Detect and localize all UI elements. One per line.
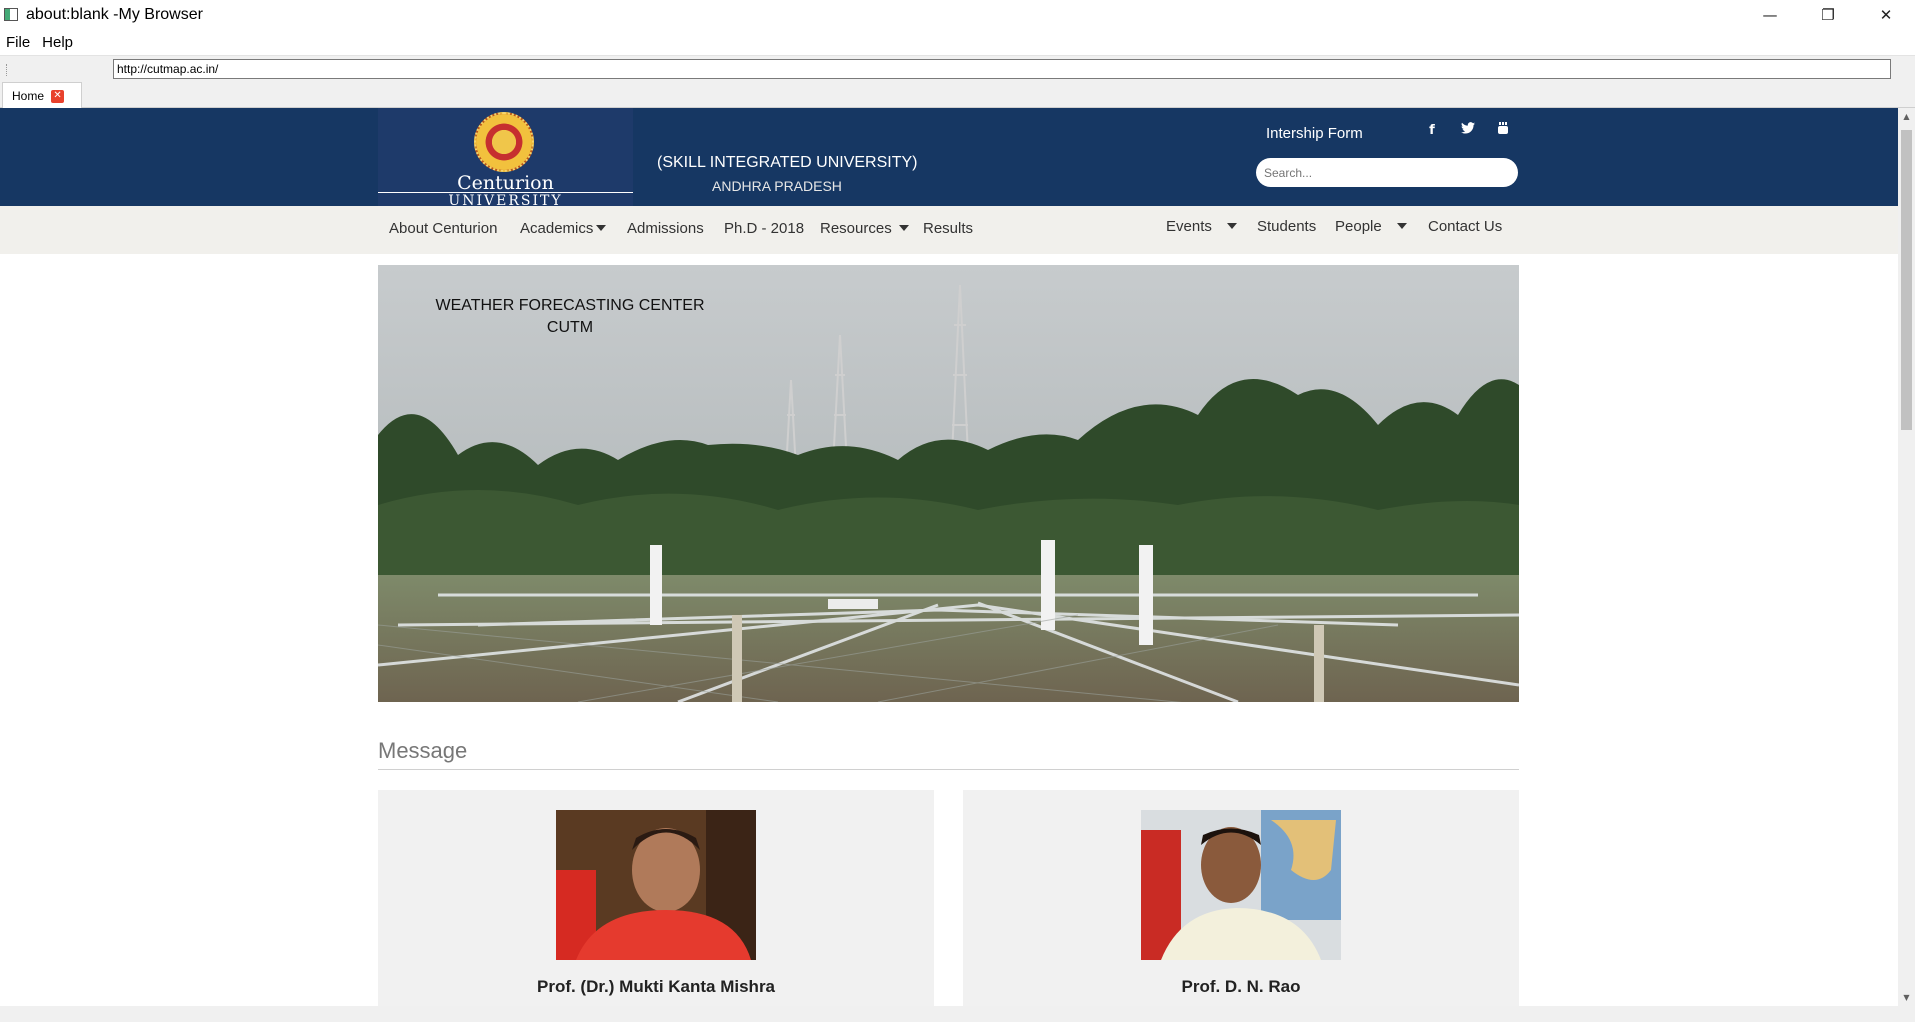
emblem-icon: [474, 112, 534, 172]
nav-students[interactable]: Students: [1257, 218, 1316, 235]
site-search-input[interactable]: [1256, 158, 1518, 187]
scroll-thumb[interactable]: [1901, 130, 1912, 430]
nav-admissions[interactable]: Admissions: [627, 220, 704, 237]
app-icon: [4, 8, 18, 21]
nav-people-label: People: [1335, 218, 1382, 235]
person-name: Prof. D. N. Rao: [1181, 977, 1301, 996]
menu-help[interactable]: Help: [36, 34, 79, 51]
nav-results[interactable]: Results: [923, 220, 973, 237]
message-divider: [378, 769, 1519, 770]
scroll-down-icon[interactable]: ▼: [1898, 989, 1915, 1006]
tab-bar: Home ✕: [0, 82, 1915, 109]
close-window-button[interactable]: ✕: [1857, 0, 1915, 29]
nav-people[interactable]: People: [1335, 218, 1407, 235]
vertical-scrollbar[interactable]: ▲ ▼: [1898, 108, 1915, 1006]
caret-down-icon: [1226, 223, 1237, 229]
person-name: Prof. (Dr.) Mukti Kanta Mishra: [536, 977, 776, 996]
caret-down-icon: [596, 225, 607, 231]
tab-home[interactable]: Home ✕: [2, 82, 82, 109]
person-photo: [556, 810, 756, 960]
address-toolbar: http://cutmap.ac.in/: [0, 55, 1915, 82]
twitter-bird-icon: [1461, 122, 1475, 134]
restore-button[interactable]: ❐: [1799, 0, 1857, 29]
hero-banner[interactable]: WEATHER FORECASTING CENTER CUTM: [378, 265, 1519, 702]
university-tagline: (SKILL INTEGRATED UNIVERSITY): [657, 154, 918, 171]
youtube-glyph-icon: [1498, 122, 1508, 134]
internship-form-link[interactable]: Intership Form: [1266, 125, 1363, 142]
window-title: about:blank -My Browser: [26, 5, 203, 23]
nav-about[interactable]: About Centurion: [389, 220, 497, 237]
message-heading: Message: [378, 738, 468, 763]
nav-phd[interactable]: Ph.D - 2018: [724, 220, 804, 237]
site-header: Centurion UNIVERSITY (SKILL INTEGRATED U…: [0, 108, 1898, 209]
banner-title: WEATHER FORECASTING CENTER CUTM: [378, 295, 762, 339]
caret-down-icon: [1396, 223, 1407, 229]
menu-bar: File Help: [0, 29, 1915, 55]
toolbar-grip[interactable]: [6, 64, 106, 76]
window-controls: — ❐ ✕: [1741, 0, 1915, 29]
scroll-up-icon[interactable]: ▲: [1898, 108, 1915, 125]
caret-down-icon: [898, 225, 909, 231]
university-state: ANDHRA PRADESH: [712, 178, 842, 194]
nav-events-label: Events: [1166, 218, 1212, 235]
menu-file[interactable]: File: [0, 34, 36, 51]
nav-contact[interactable]: Contact Us: [1428, 218, 1502, 235]
banner-line1: WEATHER FORECASTING CENTER: [435, 297, 705, 314]
nav-events[interactable]: Events: [1166, 218, 1237, 235]
youtube-icon[interactable]: [1493, 121, 1513, 141]
logo-name: Centurion: [457, 172, 554, 194]
twitter-icon[interactable]: [1458, 121, 1478, 141]
nav-academics-label: Academics: [520, 220, 594, 237]
tab-label: Home: [12, 89, 45, 103]
message-card[interactable]: Prof. (Dr.) Mukti Kanta Mishra: [378, 790, 934, 1006]
page-viewport: Centurion UNIVERSITY (SKILL INTEGRATED U…: [0, 108, 1898, 1006]
minimize-button[interactable]: —: [1741, 0, 1799, 29]
university-logo[interactable]: Centurion UNIVERSITY: [378, 108, 633, 209]
nav-resources[interactable]: Resources: [820, 220, 909, 237]
url-input[interactable]: http://cutmap.ac.in/: [113, 59, 1891, 79]
window-titlebar: about:blank -My Browser — ❐ ✕: [0, 0, 1915, 29]
facebook-icon[interactable]: f: [1422, 121, 1442, 141]
banner-line2: CUTM: [546, 319, 594, 336]
status-strip: [0, 1006, 1915, 1022]
tab-close-icon[interactable]: ✕: [51, 89, 65, 103]
main-nav: About Centurion Academics Admissions Ph.…: [0, 206, 1898, 254]
person-photo: [1141, 810, 1341, 960]
nav-academics[interactable]: Academics: [520, 220, 607, 237]
nav-resources-label: Resources: [820, 220, 892, 237]
message-card[interactable]: Prof. D. N. Rao: [963, 790, 1519, 1006]
